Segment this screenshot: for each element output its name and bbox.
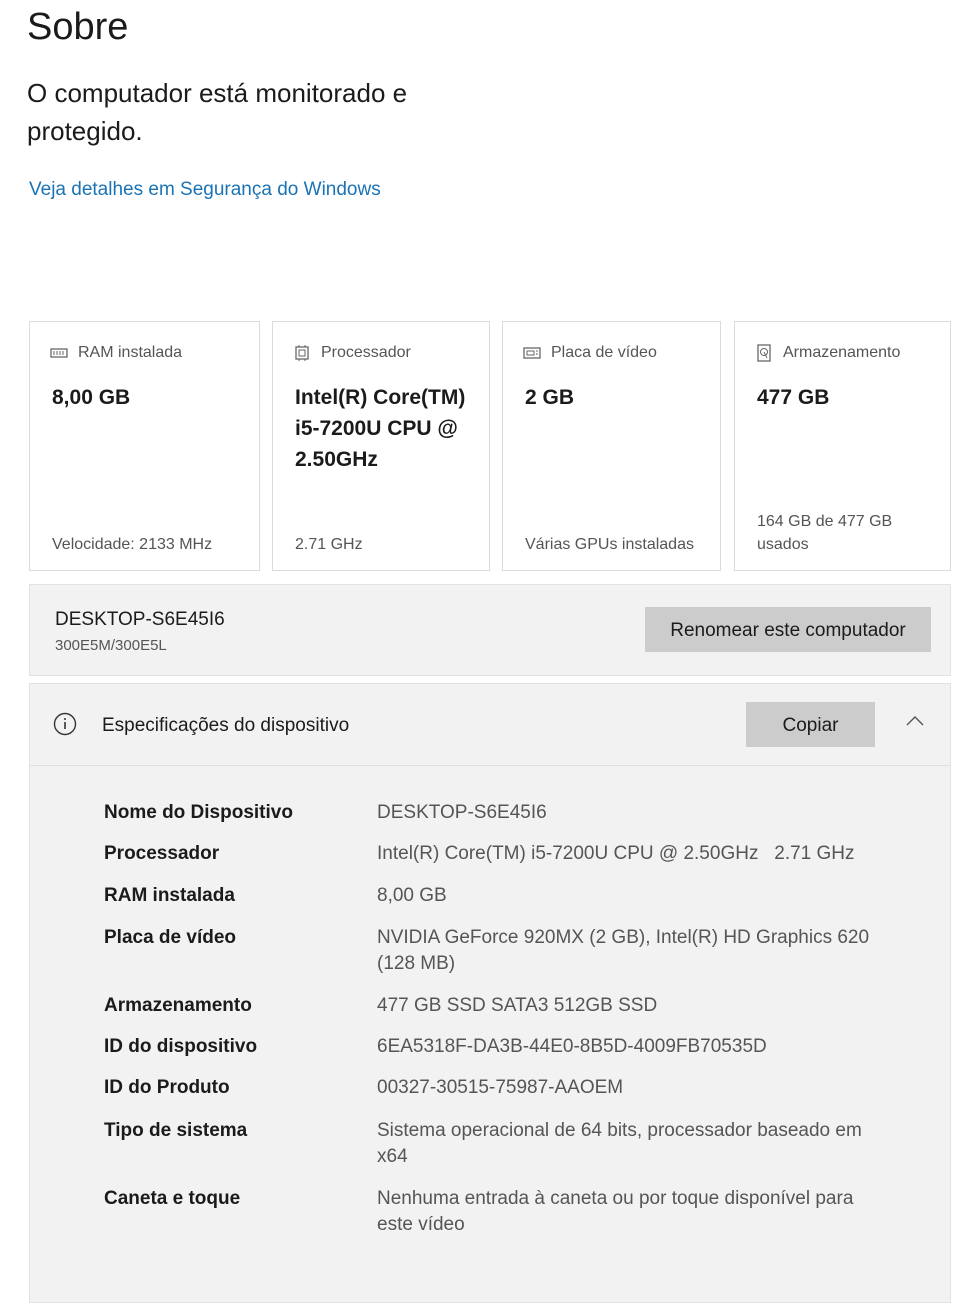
chevron-up-icon[interactable] <box>905 714 925 728</box>
processor-card: Processador Intel(R) Core(TM) i5-7200U C… <box>272 321 490 571</box>
device-model: 300E5M/300E5L <box>55 637 167 654</box>
processor-card-header: Processador <box>293 344 411 362</box>
spec-key: Nome do Dispositivo <box>104 802 293 823</box>
storage-card-label: Armazenamento <box>783 344 901 361</box>
spec-value: Nenhuma entrada à caneta ou por toque di… <box>377 1188 854 1235</box>
processor-icon <box>295 345 309 361</box>
ram-card-label: RAM instalada <box>78 344 183 361</box>
graphics-card-label: Placa de vídeo <box>551 344 657 361</box>
specifications-header[interactable]: Especificações do dispositivo Copiar <box>30 684 950 766</box>
ram-card: RAM instalada 8,00 GB Velocidade: 2133 M… <box>29 321 260 571</box>
storage-card-header: Armazenamento <box>755 344 900 362</box>
ram-card-header: RAM instalada <box>50 344 182 362</box>
graphics-card-footer: Várias GPUs instaladas <box>525 536 694 553</box>
spec-key: Placa de vídeo <box>104 927 237 948</box>
processor-card-footer: 2.71 GHz <box>295 536 363 553</box>
page-title: Sobre <box>27 6 129 48</box>
device-name-panel: DESKTOP-S6E45I6 300E5M/300E5L Renomear e… <box>29 584 951 676</box>
ram-card-footer: Velocidade: 2133 MHz <box>52 536 213 553</box>
spec-value: 477 GB SSD SATA3 512GB SSD <box>377 995 658 1016</box>
spec-value: NVIDIA GeForce 920MX (2 GB), Intel(R) HD… <box>377 927 870 974</box>
graphics-card-value: 2 GB <box>525 386 575 409</box>
spec-key: Tipo de sistema <box>104 1120 248 1141</box>
security-details-link[interactable]: Veja detalhes em Segurança do Windows <box>29 179 381 201</box>
info-icon <box>53 712 77 736</box>
spec-key: Armazenamento <box>104 995 252 1016</box>
spec-key: RAM instalada <box>104 885 235 906</box>
spec-key: ID do Produto <box>104 1077 230 1098</box>
device-specifications-panel: Especificações do dispositivo Copiar Nom… <box>29 683 951 1303</box>
ram-icon <box>50 348 68 358</box>
processor-card-value: Intel(R) Core(TM) i5-7200U CPU @ 2.50GHz <box>295 386 466 471</box>
spec-value: 8,00 GB <box>377 885 447 906</box>
spec-value: 00327-30515-75987-AAOEM <box>377 1077 624 1098</box>
specifications-title: Especificações do dispositivo <box>102 715 350 736</box>
graphics-card-header: Placa de vídeo <box>523 344 657 362</box>
spec-key: Processador <box>104 843 220 864</box>
processor-card-label: Processador <box>321 344 411 361</box>
spec-value: Intel(R) Core(TM) i5-7200U CPU @ 2.50GHz… <box>377 843 855 864</box>
storage-icon <box>757 344 771 362</box>
ram-card-value: 8,00 GB <box>52 386 131 409</box>
storage-card-value: 477 GB <box>757 386 830 409</box>
protection-status: O computador está monitorado e protegido… <box>27 78 408 146</box>
storage-card: Armazenamento 477 GB 164 GB de 477 GB us… <box>734 321 951 571</box>
spec-value: DESKTOP-S6E45I6 <box>377 802 547 823</box>
spec-value: Sistema operacional de 64 bits, processa… <box>377 1120 862 1167</box>
graphics-card: Placa de vídeo 2 GB Várias GPUs instalad… <box>502 321 721 571</box>
rename-computer-button[interactable]: Renomear este computador <box>645 607 931 652</box>
spec-value: 6EA5318F-DA3B-44E0-8B5D-4009FB70535D <box>377 1036 767 1057</box>
device-name: DESKTOP-S6E45I6 <box>55 609 225 630</box>
copy-button[interactable]: Copiar <box>746 702 875 747</box>
storage-card-footer: 164 GB de 477 GB usados <box>757 513 893 553</box>
graphics-card-icon <box>523 347 541 359</box>
spec-key: Caneta e toque <box>104 1188 241 1209</box>
spec-key: ID do dispositivo <box>104 1036 258 1057</box>
